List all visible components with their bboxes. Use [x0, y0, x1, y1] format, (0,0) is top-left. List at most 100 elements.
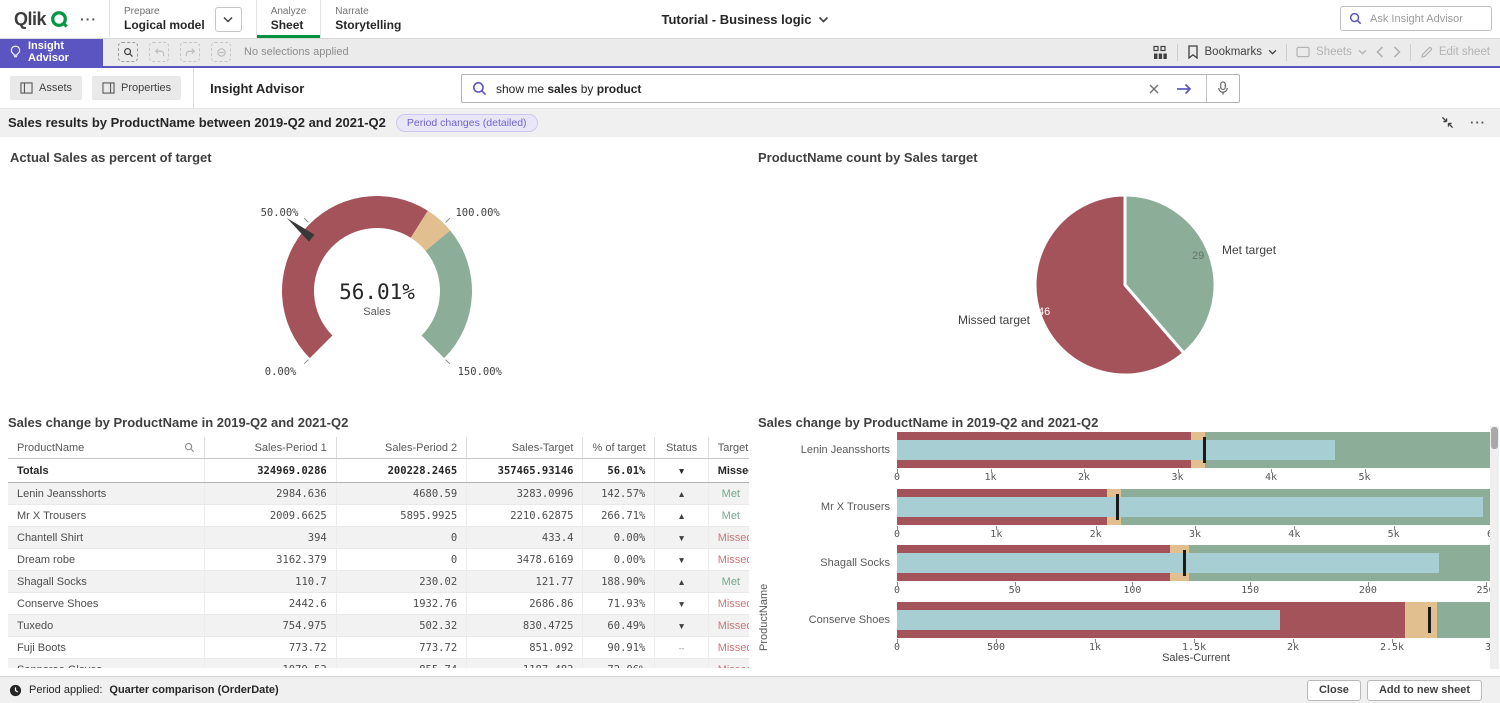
table-cell[interactable]: Sapporoo Gloves: [8, 659, 204, 669]
table-cell[interactable]: 324969.0286: [204, 459, 336, 483]
table-cell[interactable]: Conserve Shoes: [8, 593, 204, 615]
bullet-measure-bar[interactable]: [897, 497, 1483, 517]
table-row[interactable]: Conserve Shoes2442.61932.762686.8671.93%…: [8, 593, 749, 615]
column-header[interactable]: ProductName: [8, 437, 204, 459]
table-cell[interactable]: ▼: [655, 527, 708, 549]
edit-sheet-button[interactable]: Edit sheet: [1420, 46, 1490, 59]
table-cell[interactable]: Lenin Jeansshorts: [8, 483, 204, 505]
close-button[interactable]: Close: [1307, 680, 1361, 701]
table-cell[interactable]: 2442.6: [204, 593, 336, 615]
table-row[interactable]: Sapporoo Gloves1079.53855.741187.48372.0…: [8, 659, 749, 669]
bullet-measure-bar[interactable]: [897, 553, 1439, 573]
sheets-button[interactable]: Sheets: [1296, 46, 1367, 58]
table-cell[interactable]: ▲: [655, 483, 708, 505]
table-cell[interactable]: 2984.636: [204, 483, 336, 505]
table-cell[interactable]: 71.93%: [583, 593, 655, 615]
bullet-category-label[interactable]: Conserve Shoes: [750, 614, 890, 626]
table-row[interactable]: Fuji Boots773.72773.72851.09290.91%--Mis…: [8, 637, 749, 659]
add-to-new-sheet-button[interactable]: Add to new sheet: [1367, 680, 1482, 701]
table-cell[interactable]: 1932.76: [336, 593, 466, 615]
qlik-logo[interactable]: Qlik: [0, 0, 78, 38]
clear-query-icon[interactable]: [1149, 84, 1159, 94]
global-menu-icon[interactable]: ···: [78, 0, 109, 38]
collapse-icon[interactable]: [1441, 116, 1454, 129]
table-cell[interactable]: 0.00%: [583, 549, 655, 571]
table-cell[interactable]: ▼: [655, 459, 708, 483]
table-cell[interactable]: Tuxedo: [8, 615, 204, 637]
ask-insight-advisor-search[interactable]: [1340, 6, 1492, 31]
table-cell[interactable]: Missed: [708, 527, 749, 549]
table-cell[interactable]: 2210.62875: [467, 505, 583, 527]
table-cell[interactable]: ▼: [655, 549, 708, 571]
tab-prepare[interactable]: Prepare Logical model: [109, 0, 256, 38]
table-cell[interactable]: 754.975: [204, 615, 336, 637]
table-cell[interactable]: 142.57%: [583, 483, 655, 505]
table-cell[interactable]: Totals: [8, 459, 204, 483]
column-header[interactable]: Status: [655, 437, 708, 459]
table-cell[interactable]: ▼: [655, 615, 708, 637]
submit-query-icon[interactable]: [1176, 83, 1192, 95]
table-cell[interactable]: 851.092: [467, 637, 583, 659]
table-cell[interactable]: 394: [204, 527, 336, 549]
table-cell[interactable]: 1079.53: [204, 659, 336, 669]
table-cell[interactable]: 200228.2465: [336, 459, 466, 483]
table-cell[interactable]: 2009.6625: [204, 505, 336, 527]
more-options-icon[interactable]: ···: [1470, 115, 1486, 130]
table-totals-row[interactable]: Totals324969.0286200228.2465357465.93146…: [8, 459, 749, 483]
prepare-dropdown-button[interactable]: [215, 7, 242, 32]
table-cell[interactable]: 72.06%: [583, 659, 655, 669]
table-cell[interactable]: 230.02: [336, 571, 466, 593]
table-cell[interactable]: 357465.93146: [467, 459, 583, 483]
table-cell[interactable]: 502.32: [336, 615, 466, 637]
column-header[interactable]: Sales-Period 2: [336, 437, 466, 459]
column-header[interactable]: % of target: [583, 437, 655, 459]
table-cell[interactable]: 60.49%: [583, 615, 655, 637]
app-title[interactable]: Tutorial - Business logic: [661, 0, 828, 38]
bullet-bar[interactable]: [897, 432, 1495, 468]
table-cell[interactable]: Met: [708, 571, 749, 593]
table-cell[interactable]: Mr X Trousers: [8, 505, 204, 527]
bullet-measure-bar[interactable]: [897, 610, 1280, 630]
sales-change-table[interactable]: ProductNameSales-Period 1Sales-Period 2S…: [8, 437, 749, 668]
table-cell[interactable]: ▼: [655, 659, 708, 669]
insight-advisor-button[interactable]: Insight Advisor: [0, 38, 103, 66]
table-cell[interactable]: 110.7: [204, 571, 336, 593]
column-header[interactable]: Sales-Target: [467, 437, 583, 459]
table-cell[interactable]: 5895.9925: [336, 505, 466, 527]
bullet-category-label[interactable]: Shagall Socks: [750, 557, 890, 569]
table-cell[interactable]: 3162.379: [204, 549, 336, 571]
bookmarks-button[interactable]: Bookmarks: [1187, 45, 1278, 59]
table-cell[interactable]: 90.91%: [583, 637, 655, 659]
table-cell[interactable]: Fuji Boots: [8, 637, 204, 659]
table-cell[interactable]: 773.72: [336, 637, 466, 659]
table-cell[interactable]: 121.77: [467, 571, 583, 593]
table-row[interactable]: Tuxedo754.975502.32830.472560.49%▼Missed: [8, 615, 749, 637]
pie-chart[interactable]: [1030, 188, 1220, 382]
table-cell[interactable]: 3478.6169: [467, 549, 583, 571]
table-cell[interactable]: 4680.59: [336, 483, 466, 505]
table-cell[interactable]: --: [655, 637, 708, 659]
tab-analyze[interactable]: Analyze Sheet: [256, 0, 321, 38]
tab-narrate[interactable]: Narrate Storytelling: [320, 0, 415, 38]
period-changes-badge[interactable]: Period changes (detailed): [396, 114, 538, 132]
table-cell[interactable]: 56.01%: [583, 459, 655, 483]
table-cell[interactable]: Missed: [708, 659, 749, 669]
smart-search-icon[interactable]: [118, 42, 138, 62]
assets-button[interactable]: Assets: [10, 76, 82, 100]
table-cell[interactable]: 0: [336, 549, 466, 571]
table-cell[interactable]: Chantell Shirt: [8, 527, 204, 549]
bullet-chart[interactable]: ProductName Sales-Current Lenin Jeanssho…: [750, 426, 1495, 671]
insight-query[interactable]: show me sales by product: [496, 82, 641, 96]
table-row[interactable]: Chantell Shirt3940433.40.00%▼Missed: [8, 527, 749, 549]
step-back-icon[interactable]: [149, 42, 169, 62]
bullet-category-label[interactable]: Lenin Jeansshorts: [750, 444, 890, 456]
table-cell[interactable]: 830.4725: [467, 615, 583, 637]
scrollbar[interactable]: [1490, 426, 1499, 669]
bullet-bar[interactable]: [897, 602, 1495, 638]
table-cell[interactable]: 2686.86: [467, 593, 583, 615]
table-cell[interactable]: Missed: [708, 637, 749, 659]
table-row[interactable]: Mr X Trousers2009.66255895.99252210.6287…: [8, 505, 749, 527]
table-cell[interactable]: Missed: [708, 593, 749, 615]
app-objects-grid-icon[interactable]: [1153, 45, 1168, 60]
step-forward-icon[interactable]: [180, 42, 200, 62]
